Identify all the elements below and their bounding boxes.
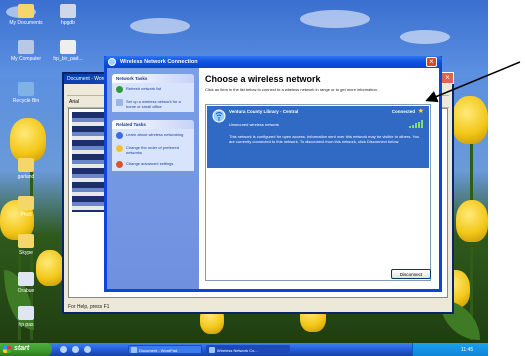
network-list[interactable]: Ventura County Library - Central Connect…: [205, 104, 431, 281]
connection-status: Connected: [391, 109, 415, 114]
folder-icon: [18, 196, 34, 210]
info-icon: [116, 132, 123, 139]
desktop-icon-label: Orabue: [17, 288, 35, 294]
system-tray: 11:45: [412, 343, 488, 356]
task-label: Refresh network list: [126, 86, 162, 91]
desktop-icon-label: My Documents: [9, 20, 43, 26]
folder-icon: [18, 234, 34, 248]
app-icon: [18, 272, 34, 286]
taskbar-button-label: Document - WordPad: [139, 348, 178, 353]
taskbar: start Document - WordPad Wireless Networ…: [0, 343, 488, 356]
wireless-icon: [209, 347, 215, 353]
desktop-icon-label: hp pas: [18, 322, 34, 328]
settings-icon: [116, 161, 123, 168]
app-icon: [60, 4, 76, 18]
related-tasks-group: Related Tasks Learn about wireless netwo…: [112, 120, 194, 171]
desktop-icon-label: Recycle Bin: [12, 98, 40, 104]
intro-text: Click an item in the list below to conne…: [205, 87, 378, 92]
taskbar-button-wireless[interactable]: Wireless Network Co...: [206, 345, 290, 354]
recycle-bin-icon: [18, 82, 34, 96]
wireless-network-dialog[interactable]: Wireless Network Connection × Network Ta…: [104, 56, 442, 292]
network-tasks-group: Network Tasks Refresh network list Set u…: [112, 74, 194, 112]
star-icon: [116, 145, 123, 152]
desktop-icon-garland[interactable]: garland: [2, 158, 50, 180]
network-description: This network is configured for open acce…: [229, 134, 420, 144]
wordpad-status: For Help, press F1: [68, 304, 110, 310]
task-label: Set up a wireless network for a home or …: [126, 99, 181, 109]
task-pane: Network Tasks Refresh network list Set u…: [107, 68, 199, 289]
cloud: [300, 10, 370, 28]
windows-logo-icon: [3, 346, 11, 353]
quick-launch: [60, 346, 91, 353]
network-tasks-header: Network Tasks: [112, 74, 194, 83]
task-set-up-wireless-network[interactable]: Set up a wireless network for a home or …: [112, 96, 194, 112]
quick-launch-icon[interactable]: [60, 346, 67, 353]
cloud: [130, 18, 190, 34]
desktop: My Documents hpgdb My Computer hp_bir_pa…: [0, 0, 488, 356]
taskbar-button-label: Wireless Network Co...: [217, 348, 258, 353]
disconnect-button[interactable]: Disconnect: [391, 269, 431, 279]
tulip-flower: [452, 96, 488, 144]
task-label: Learn about wireless networking: [126, 132, 184, 137]
desktop-icon-label: hp_bir_pad...: [53, 56, 83, 62]
wireless-antenna-icon: [212, 109, 226, 123]
desktop-icon-orabue[interactable]: Orabue: [2, 272, 50, 294]
related-tasks-header: Related Tasks: [112, 120, 194, 129]
desktop-icon-label: My Computer: [10, 56, 41, 62]
start-button[interactable]: start: [0, 343, 52, 356]
star-icon: ★: [417, 108, 424, 115]
setup-network-icon: [116, 99, 123, 106]
app-icon: [18, 306, 34, 320]
quick-launch-icon[interactable]: [72, 346, 79, 353]
document-icon: [60, 40, 76, 54]
desktop-icon-hpgdb[interactable]: hpgdb: [44, 4, 92, 26]
desktop-icon-recycle-bin[interactable]: Recycle Bin: [2, 82, 50, 104]
desktop-icon-label: Pholl: [20, 212, 32, 218]
desktop-icon-label: hpgdb: [61, 20, 75, 26]
cloud: [400, 30, 450, 44]
task-change-network-order[interactable]: Change the order of preferred networks: [112, 142, 194, 158]
desktop-icon-pholl[interactable]: Pholl: [2, 196, 50, 218]
network-content-pane: Choose a wireless network Click an item …: [199, 68, 439, 289]
quick-launch-icon[interactable]: [84, 346, 91, 353]
computer-icon: [18, 40, 34, 54]
dialog-title-bar[interactable]: Wireless Network Connection: [104, 56, 442, 68]
page-heading: Choose a wireless network: [205, 74, 321, 84]
desktop-icon-hp-bir-pad[interactable]: hp_bir_pad...: [44, 40, 92, 62]
desktop-icon-skype[interactable]: Skype: [2, 234, 50, 256]
task-learn-about-wireless[interactable]: Learn about wireless networking: [112, 129, 194, 142]
start-label: start: [14, 345, 30, 352]
clock[interactable]: 11:45: [461, 347, 473, 353]
close-button[interactable]: ×: [426, 57, 437, 67]
tulip-flower: [456, 200, 488, 242]
desktop-icon-my-computer[interactable]: My Computer: [2, 40, 50, 62]
tulip-flower: [10, 118, 46, 162]
taskbar-button-wordpad[interactable]: Document - WordPad: [128, 345, 202, 354]
desktop-icon-my-documents[interactable]: My Documents: [2, 4, 50, 26]
desktop-icon-label: Skype: [19, 250, 33, 256]
wordpad-icon: [131, 347, 137, 353]
dialog-title: Wireless Network Connection: [120, 59, 198, 65]
network-name: Ventura County Library - Central: [229, 109, 299, 114]
network-list-item[interactable]: Ventura County Library - Central Connect…: [207, 106, 429, 168]
folder-icon: [18, 4, 34, 18]
signal-strength-icon: [409, 120, 423, 128]
desktop-icon-label: garland: [17, 174, 35, 180]
wireless-icon: [108, 58, 116, 66]
refresh-icon: [116, 86, 123, 93]
task-label: Change advanced settings: [126, 161, 174, 166]
desktop-icon-hp-pas[interactable]: hp pas: [2, 306, 50, 328]
security-type: Unsecured wireless network: [229, 122, 280, 127]
folder-icon: [18, 158, 34, 172]
task-change-advanced-settings[interactable]: Change advanced settings: [112, 158, 194, 171]
task-refresh-network-list[interactable]: Refresh network list: [112, 83, 194, 96]
task-label: Change the order of preferred networks: [126, 145, 179, 155]
close-icon[interactable]: ×: [441, 72, 454, 84]
